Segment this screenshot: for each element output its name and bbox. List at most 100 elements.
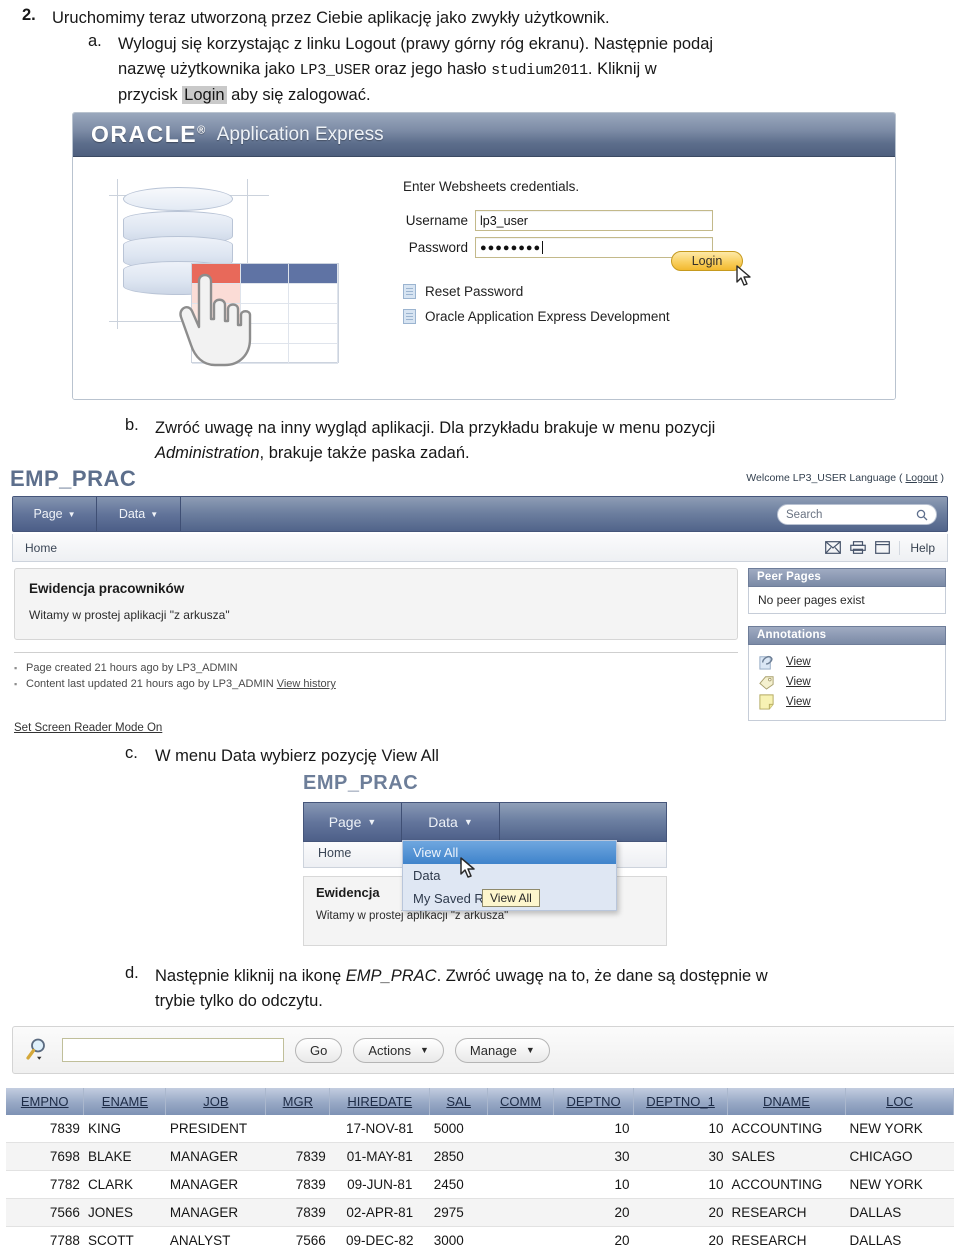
document-page: 2. Uruchomimy teraz utworzoną przez Cieb… — [0, 0, 960, 1248]
menu-item-data[interactable]: Data — [403, 864, 616, 887]
search-icon[interactable] — [25, 1037, 51, 1063]
report-search-input[interactable] — [62, 1038, 284, 1062]
actions-button[interactable]: Actions ▼ — [353, 1037, 444, 1063]
cell-comm — [487, 1142, 554, 1171]
cell-deptno: 20 — [553, 1226, 634, 1248]
view-history-link[interactable]: View history — [277, 678, 336, 690]
login-button[interactable]: Login — [671, 251, 743, 271]
annotation-view-link[interactable]: View — [786, 676, 811, 688]
search-placeholder: Search — [786, 508, 823, 521]
tab-page[interactable]: Page ▼ — [13, 497, 97, 531]
cell-mgr: 7839 — [265, 1170, 330, 1199]
tab-page[interactable]: Page ▼ — [304, 803, 402, 841]
cell-sal: 2850 — [429, 1142, 488, 1171]
help-link[interactable]: Help — [899, 540, 935, 555]
sub-d-line1-a: Następnie kliknij na ikonę — [155, 967, 346, 985]
reset-password-link-row[interactable]: Reset Password — [403, 284, 863, 299]
col-comm[interactable]: COMM — [487, 1088, 555, 1115]
reset-password-link[interactable]: Reset Password — [425, 284, 523, 299]
annotation-row[interactable]: View — [758, 673, 936, 690]
cell-mgr: 7839 — [265, 1198, 330, 1227]
apex-login-body: Enter Websheets credentials. Username lp… — [73, 157, 895, 399]
username-value: lp3_user — [480, 213, 528, 228]
search-icon — [916, 509, 928, 520]
username-input[interactable]: lp3_user — [475, 210, 713, 231]
cell-hiredate: 02-APR-81 — [329, 1198, 430, 1227]
tab-data[interactable]: Data ▼ — [402, 803, 500, 841]
cell-dname: RESEARCH — [727, 1198, 846, 1227]
sub-a-line2-b: oraz jego hasło — [370, 60, 492, 78]
cell-comm — [487, 1226, 554, 1248]
annotation-row[interactable]: View — [758, 653, 936, 670]
apex-development-link[interactable]: Oracle Application Express Development — [425, 309, 670, 324]
col-deptno[interactable]: DEPTNO — [553, 1088, 635, 1115]
apex-development-link-row[interactable]: Oracle Application Express Development — [403, 309, 863, 324]
table-row: 7698 BLAKE MANAGER 7839 01-MAY-81 2850 3… — [6, 1142, 954, 1171]
report-toolbar: Go Actions ▼ Manage ▼ — [12, 1026, 954, 1074]
col-empno[interactable]: EMPNO — [6, 1088, 85, 1115]
sub-a-text: Wyloguj się korzystając z linku Logout (… — [118, 32, 946, 108]
col-hiredate[interactable]: HIREDATE — [329, 1088, 431, 1115]
meta-created: Page created 21 hours ago by LP3_ADMIN — [14, 662, 738, 674]
breadcrumb-home[interactable]: Home — [25, 541, 57, 555]
cell-hiredate: 09-JUN-81 — [329, 1170, 430, 1199]
mail-icon[interactable] — [825, 541, 842, 554]
cell-empno: 7782 — [6, 1170, 84, 1199]
col-loc[interactable]: LOC — [845, 1088, 954, 1115]
cell-job: MANAGER — [165, 1198, 266, 1227]
mouse-arrow-cursor-icon — [736, 265, 751, 286]
content-body: Witamy w prostej aplikacji "z arkusza" — [316, 910, 509, 922]
annotation-view-link[interactable]: View — [786, 656, 811, 668]
websheet-navbar: Page ▼ Data ▼ Search — [12, 496, 948, 532]
hand-pointer-icon — [179, 273, 252, 367]
col-mgr[interactable]: MGR — [265, 1088, 331, 1115]
search-input[interactable]: Search — [777, 504, 937, 525]
table-row: 7839 KING PRESIDENT 17-NOV-81 5000 10 10… — [6, 1115, 954, 1143]
col-ename[interactable]: ENAME — [83, 1088, 167, 1115]
col-deptno-1[interactable]: DEPTNO_1 — [633, 1088, 729, 1115]
col-job[interactable]: JOB — [165, 1088, 267, 1115]
screen-reader-mode-link[interactable]: Set Screen Reader Mode On — [14, 722, 162, 734]
cell-deptno-1: 30 — [633, 1142, 728, 1171]
sub-a-line3-a: przycisk — [118, 86, 183, 104]
view-all-tooltip: View All — [482, 889, 540, 907]
data-menu-app-title: EMP_PRAC — [303, 772, 419, 794]
cell-deptno-1: 20 — [633, 1198, 728, 1227]
annotation-row[interactable]: View — [758, 693, 936, 710]
annotation-view-link[interactable]: View — [786, 696, 811, 708]
go-button[interactable]: Go — [295, 1037, 343, 1063]
logout-link[interactable]: Logout — [905, 472, 937, 484]
cell-job: ANALYST — [165, 1226, 266, 1248]
cell-empno: 7566 — [6, 1198, 84, 1227]
col-sal[interactable]: SAL — [429, 1088, 489, 1115]
annotations-title: Annotations — [748, 626, 946, 645]
chevron-down-icon: ▼ — [150, 509, 159, 519]
tab-data[interactable]: Data ▼ — [97, 497, 181, 531]
attachment-icon — [759, 656, 773, 670]
cell-deptno-1: 10 — [633, 1115, 728, 1143]
peer-pages-empty: No peer pages exist — [758, 593, 865, 607]
chevron-down-icon: ▼ — [367, 817, 377, 827]
welcome-text: Welcome LP3_USER Language ( — [746, 472, 906, 484]
cell-loc: DALLAS — [845, 1226, 954, 1248]
chevron-down-icon: ▼ — [419, 1045, 429, 1055]
cell-comm — [487, 1170, 554, 1199]
sub-c-letter: c. — [125, 744, 138, 762]
table-header-row: EMPNO ENAME JOB MGR HIREDATE SAL COMM DE… — [6, 1088, 954, 1115]
welcome-bar: Welcome LP3_USER Language ( Logout ) — [746, 472, 944, 484]
cell-job: PRESIDENT — [165, 1115, 266, 1143]
database-illustration — [95, 171, 355, 371]
cell-deptno-1: 20 — [633, 1226, 728, 1248]
window-icon[interactable] — [875, 541, 891, 554]
sub-d-text: Następnie kliknij na ikonę EMP_PRAC. Zwr… — [155, 964, 955, 1014]
sub-a-line2-a: nazwę użytkownika jako — [118, 60, 300, 78]
manage-button[interactable]: Manage ▼ — [454, 1037, 550, 1063]
col-dname[interactable]: DNAME — [727, 1088, 846, 1115]
print-icon[interactable] — [850, 541, 867, 554]
chevron-down-icon: ▼ — [463, 817, 473, 827]
password-label: Password — [408, 240, 468, 255]
sub-b-line1: Zwróć uwagę na inny wygląd aplikacji. Dl… — [155, 419, 716, 437]
menu-item-view-all[interactable]: View All — [403, 841, 616, 864]
table-body: 7839 KING PRESIDENT 17-NOV-81 5000 10 10… — [6, 1115, 954, 1248]
peer-pages-title: Peer Pages — [748, 568, 946, 587]
